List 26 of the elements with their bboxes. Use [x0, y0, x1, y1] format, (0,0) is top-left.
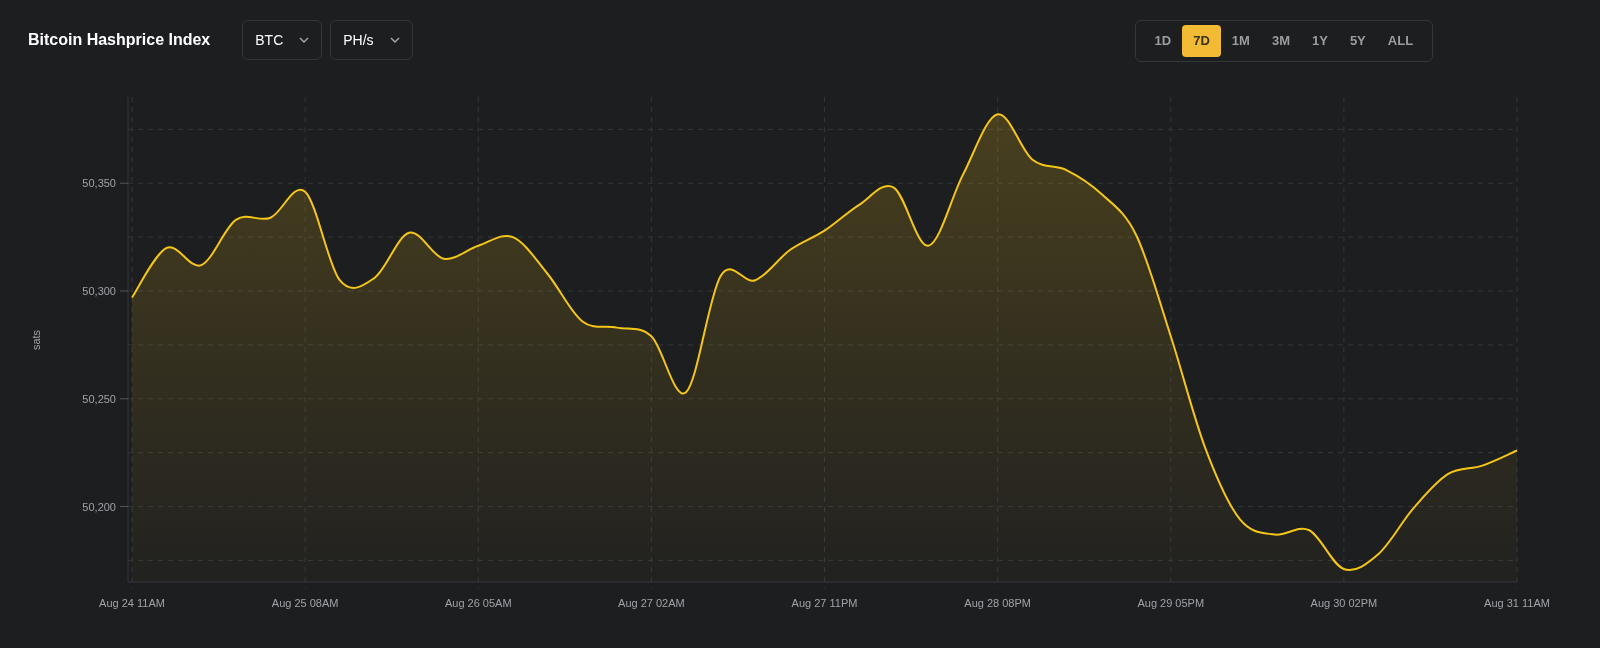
x-axis-label: Aug 27 02AM [618, 597, 685, 609]
range-tab[interactable]: 7D [1182, 25, 1221, 57]
dropdown-button[interactable]: PH/s [330, 20, 413, 60]
y-axis-label: 50,250 [82, 392, 116, 405]
range-tab[interactable]: 1M [1220, 25, 1261, 57]
y-axis-label: 50,200 [82, 500, 116, 513]
range-tab[interactable]: 1D [1143, 25, 1183, 57]
range-tab[interactable]: ALL [1376, 25, 1425, 57]
range-tab[interactable]: 3M [1260, 25, 1301, 57]
x-axis-label: Aug 27 11PM [791, 597, 858, 609]
x-axis-label: Aug 31 11AM [1484, 597, 1550, 609]
chart-title: Bitcoin Hashprice Index [28, 30, 211, 50]
range-tab[interactable]: 5Y [1338, 25, 1377, 57]
x-axis-label: Aug 29 05PM [1137, 597, 1205, 609]
chevron-down-icon [299, 37, 310, 43]
x-axis-label: Aug 30 02PM [1310, 597, 1378, 609]
x-axis-label: Aug 26 05AM [444, 597, 512, 609]
dropdown-button[interactable]: BTC [242, 20, 323, 60]
range-tab[interactable]: 1Y [1301, 25, 1339, 57]
chevron-down-icon [389, 37, 400, 43]
y-axis-label: 50,300 [82, 285, 116, 297]
x-axis-label: Aug 28 08PM [964, 597, 1031, 609]
x-axis-label: Aug 25 08AM [271, 597, 339, 609]
x-axis-label: Aug 24 11AM [99, 597, 165, 609]
y-axis-title: sats [30, 329, 42, 351]
y-axis-label: 50,350 [82, 177, 116, 190]
